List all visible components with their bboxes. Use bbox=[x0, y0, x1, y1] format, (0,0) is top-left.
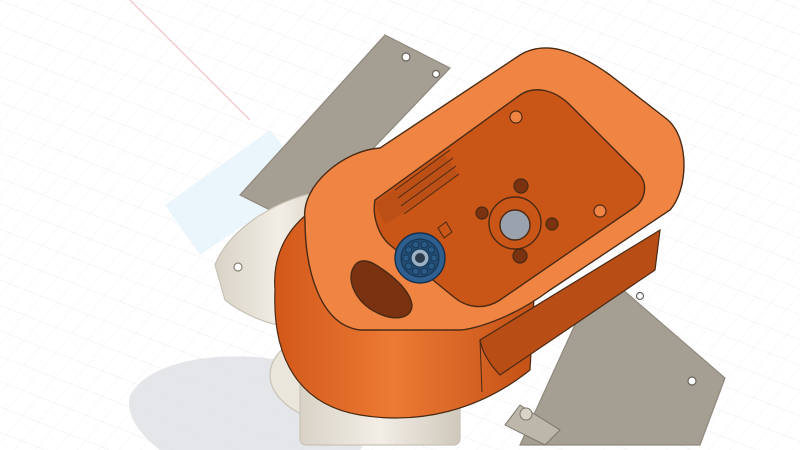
corner-hole-icon bbox=[593, 204, 607, 218]
hub-bore-icon bbox=[499, 209, 531, 241]
screw-head-icon bbox=[519, 407, 533, 421]
mount-hole-icon bbox=[233, 262, 243, 272]
mount-hole-icon bbox=[687, 376, 697, 386]
mount-hole-icon bbox=[401, 52, 411, 62]
corner-hole-icon bbox=[509, 110, 523, 124]
bolt-hole-icon bbox=[545, 217, 559, 231]
mount-hole-icon bbox=[431, 69, 441, 79]
bearing-ball bbox=[402, 254, 410, 262]
bearing-ball bbox=[420, 267, 428, 275]
mount-hole-icon bbox=[635, 291, 645, 301]
bearing-ball bbox=[405, 246, 413, 254]
bearing-ball bbox=[427, 262, 435, 270]
bolt-hole-icon bbox=[475, 206, 489, 220]
bearing-ball bbox=[405, 262, 413, 270]
bearing-ball bbox=[412, 241, 420, 249]
bearing-bore-icon bbox=[415, 253, 425, 263]
ball-bearing[interactable] bbox=[394, 232, 446, 284]
bearing-ball bbox=[427, 246, 435, 254]
bearing-ball bbox=[430, 254, 438, 262]
model-canvas[interactable] bbox=[0, 0, 800, 450]
bolt-hole-icon bbox=[513, 178, 529, 194]
bolt-hole-icon bbox=[512, 248, 528, 264]
bearing-ball bbox=[420, 241, 428, 249]
bearing-ball bbox=[412, 267, 420, 275]
3d-viewport[interactable] bbox=[0, 0, 800, 450]
